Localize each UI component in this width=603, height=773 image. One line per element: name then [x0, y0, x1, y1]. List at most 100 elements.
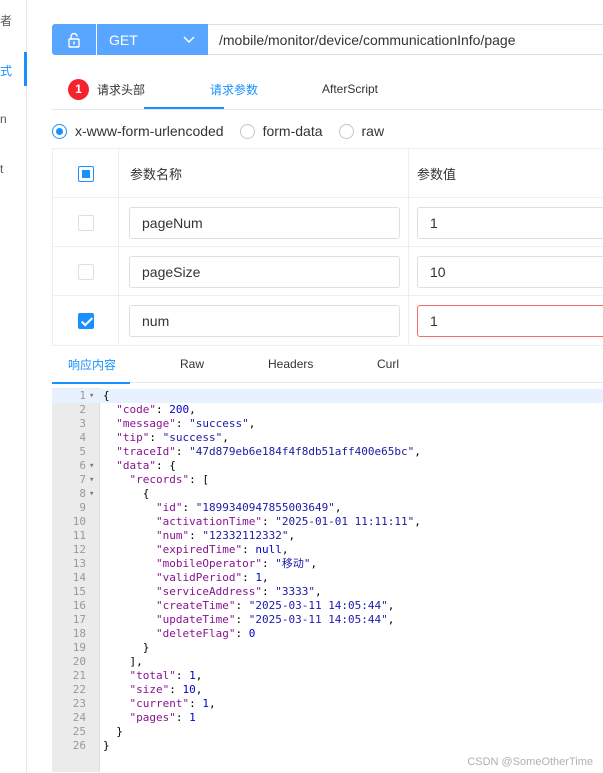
fold-toggle-icon[interactable]: ▾ [89, 487, 94, 501]
line-number: 26 [72, 739, 86, 752]
code-line: 24 "pages": 1 [52, 711, 603, 725]
lock-button[interactable] [52, 24, 96, 55]
tab-response-curl[interactable]: Curl [377, 345, 399, 383]
radio-dot [239, 123, 255, 139]
line-number: 15 [72, 585, 86, 598]
url-input[interactable]: /mobile/monitor/device/communicationInfo… [208, 24, 603, 55]
code-text: "message": "success", [116, 417, 256, 430]
radio-urlencoded-label: x-www-form-urlencoded [75, 123, 224, 139]
line-number: 12 [72, 543, 86, 556]
row-check-cell [53, 296, 119, 345]
code-text: "createTime": "2025-03-11 14:05:44", [155, 599, 395, 612]
radio-urlencoded[interactable]: x-www-form-urlencoded [52, 123, 224, 139]
line-number: 13 [72, 557, 86, 570]
row-check-cell [53, 198, 119, 247]
api-debug-page: 者 式 n t GET /mobile/monitor/device/commu… [0, 0, 603, 773]
code-line: 11 "num": "12332112332", [52, 529, 603, 543]
code-text: "num": "12332112332", [155, 529, 296, 542]
tab-response-headers[interactable]: Headers [268, 345, 313, 383]
param-name-input[interactable]: pageNum [129, 206, 400, 239]
param-value-input[interactable]: 1 [417, 206, 603, 239]
table-row: pageSize 10 [53, 247, 603, 296]
table-row: pageNum 1 [53, 198, 603, 247]
line-number: 18 [72, 627, 86, 640]
param-name-cell: pageNum [119, 198, 409, 247]
code-line: 9 "id": "1899340947855003649", [52, 501, 603, 515]
line-number: 11 [72, 529, 86, 542]
line-number: 25 [72, 725, 86, 738]
tab-params[interactable]: 请求参数 [210, 68, 258, 110]
sidebar-item-fragment[interactable]: t [0, 162, 20, 176]
sidebar-item-fragment[interactable]: 者 [0, 12, 20, 29]
tab-afterscript[interactable]: AfterScript [322, 68, 378, 110]
code-text: "deleteFlag": 0 [155, 627, 256, 640]
select-all-checkbox[interactable] [77, 165, 94, 182]
line-number: 9 [79, 501, 86, 514]
code-text: "records": [ [129, 473, 209, 486]
param-name-input[interactable]: pageSize [129, 255, 400, 288]
line-number: 24 [72, 711, 86, 724]
line-number: 16 [72, 599, 86, 612]
line-number: 7 [79, 473, 86, 486]
code-text: "pages": 1 [129, 711, 196, 724]
code-text: "serviceAddress": "3333", [155, 585, 322, 598]
fold-toggle-icon[interactable]: ▾ [89, 389, 94, 403]
param-value-input[interactable]: 10 [417, 255, 603, 288]
code-line: 21 "total": 1, [52, 669, 603, 683]
row-check-cell [53, 247, 119, 296]
code-line: 26} [52, 739, 603, 753]
code-text: "size": 10, [129, 683, 203, 696]
code-text: "id": "1899340947855003649", [155, 501, 342, 514]
row-checkbox[interactable] [77, 263, 94, 280]
tab-headers[interactable]: 1 请求头部 [68, 68, 145, 110]
param-name-input[interactable]: num [129, 304, 400, 337]
line-number: 17 [72, 613, 86, 626]
code-line: 2 "code": 200, [52, 403, 603, 417]
body-type-radio-group: x-www-form-urlencoded form-data raw [52, 121, 400, 141]
param-value-cell: 1 [409, 198, 603, 247]
sidebar-item-fragment[interactable]: n [0, 112, 20, 126]
line-number: 6 [79, 459, 86, 472]
radio-dot [338, 123, 354, 139]
row-checkbox[interactable] [77, 312, 94, 329]
line-number: 14 [72, 571, 86, 584]
code-line: 1 ▾ { [52, 389, 603, 403]
code-line: 15 "serviceAddress": "3333", [52, 585, 603, 599]
line-number: 21 [72, 669, 86, 682]
radio-form-data[interactable]: form-data [239, 123, 323, 139]
param-value-input[interactable]: 1 [417, 304, 603, 337]
request-tabs: 1 请求头部 请求参数 AfterScript [52, 68, 603, 110]
fold-toggle-icon[interactable]: ▾ [89, 459, 94, 473]
code-line: 13 "mobileOperator": "移动", [52, 557, 603, 571]
code-text: "validPeriod": 1, [155, 571, 269, 584]
param-value-header: 参数值 [417, 167, 457, 182]
fold-toggle-icon[interactable]: ▾ [89, 473, 94, 487]
tab-response-content[interactable]: 响应内容 [68, 345, 116, 383]
select-all-cell [53, 149, 119, 198]
method-select[interactable]: GET [97, 24, 208, 55]
code-line: 7 ▾ "records": [ [52, 473, 603, 487]
code-text: "code": 200, [116, 403, 196, 416]
radio-raw[interactable]: raw [338, 123, 384, 139]
sidebar: 者 式 n t [0, 0, 27, 773]
code-line: 14 "validPeriod": 1, [52, 571, 603, 585]
code-line: 6 ▾ "data": { [52, 459, 603, 473]
tab-response-raw[interactable]: Raw [180, 345, 204, 383]
line-number: 2 [79, 403, 86, 416]
line-number: 19 [72, 641, 86, 654]
line-number: 5 [79, 445, 86, 458]
line-number: 20 [72, 655, 86, 668]
code-text: "traceId": "47d879eb6e184f4f8db51aff400e… [116, 445, 421, 458]
code-line: 3 "message": "success", [52, 417, 603, 431]
method-label: GET [109, 31, 138, 48]
sidebar-item-fragment-active[interactable]: 式 [0, 62, 20, 79]
response-code-editor[interactable]: 1 ▾{2 "code": 200, 3 "message": "success",… [52, 388, 603, 772]
code-line: 19 } [52, 641, 603, 655]
code-text: "data": { [116, 459, 176, 472]
row-checkbox[interactable] [77, 214, 94, 231]
line-number: 22 [72, 683, 86, 696]
request-bar: GET /mobile/monitor/device/communication… [52, 24, 603, 55]
headers-count-badge: 1 [68, 78, 89, 100]
code-line: 16 "createTime": "2025-03-11 14:05:44", [52, 599, 603, 613]
table-row: num 1 [53, 296, 603, 345]
